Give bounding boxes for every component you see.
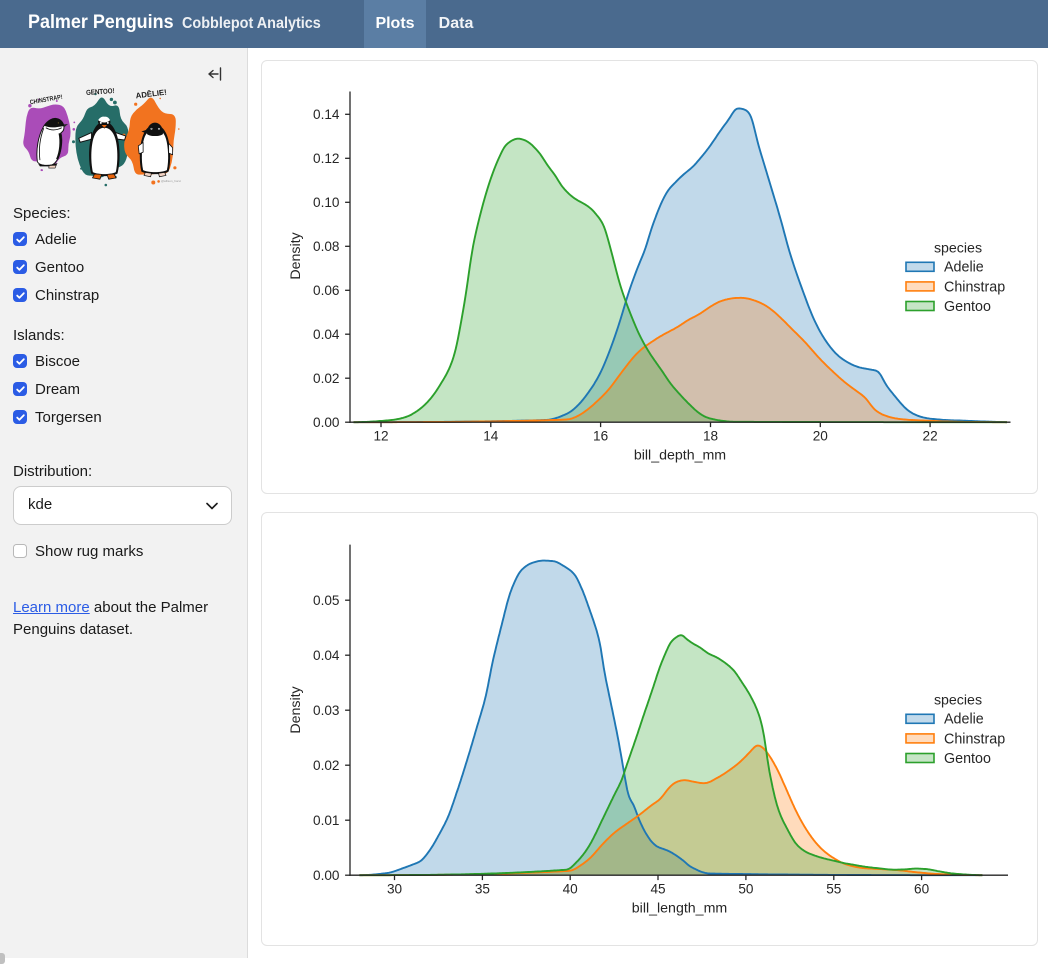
svg-text:35: 35 (475, 882, 490, 897)
svg-text:0.03: 0.03 (313, 703, 339, 718)
svg-text:0.02: 0.02 (313, 371, 339, 386)
svg-text:0.14: 0.14 (313, 107, 340, 122)
svg-text:30: 30 (387, 882, 403, 897)
svg-text:0.02: 0.02 (313, 758, 339, 773)
svg-text:22: 22 (923, 429, 938, 444)
svg-text:55: 55 (826, 882, 841, 897)
svg-text:0.05: 0.05 (313, 593, 339, 608)
svg-text:0.04: 0.04 (313, 327, 340, 342)
svg-text:bill_length_mm: bill_length_mm (632, 901, 727, 917)
svg-text:Chinstrap: Chinstrap (944, 731, 1005, 747)
svg-text:0.00: 0.00 (313, 415, 340, 430)
svg-text:12: 12 (373, 429, 388, 444)
svg-text:bill_depth_mm: bill_depth_mm (634, 448, 726, 464)
svg-text:0.00: 0.00 (313, 868, 340, 883)
svg-text:0.08: 0.08 (313, 239, 339, 254)
svg-text:species: species (934, 692, 982, 708)
svg-text:Chinstrap: Chinstrap (944, 279, 1005, 295)
svg-text:14: 14 (483, 429, 499, 444)
svg-text:0.01: 0.01 (313, 813, 339, 828)
svg-text:Adelie: Adelie (944, 712, 984, 728)
svg-text:18: 18 (703, 429, 718, 444)
svg-text:20: 20 (813, 429, 829, 444)
svg-text:45: 45 (650, 882, 665, 897)
svg-text:species: species (934, 240, 982, 256)
svg-text:Gentoo: Gentoo (944, 299, 991, 315)
svg-text:Gentoo: Gentoo (944, 751, 991, 767)
svg-text:16: 16 (593, 429, 608, 444)
svg-text:Adelie: Adelie (944, 260, 984, 276)
svg-text:60: 60 (914, 882, 930, 897)
svg-text:Density: Density (288, 231, 304, 279)
svg-text:0.04: 0.04 (313, 648, 340, 663)
svg-text:40: 40 (563, 882, 579, 897)
svg-text:Density: Density (288, 685, 304, 733)
svg-text:0.12: 0.12 (313, 151, 339, 166)
svg-text:0.06: 0.06 (313, 283, 339, 298)
svg-text:50: 50 (738, 882, 754, 897)
svg-text:0.10: 0.10 (313, 195, 340, 210)
